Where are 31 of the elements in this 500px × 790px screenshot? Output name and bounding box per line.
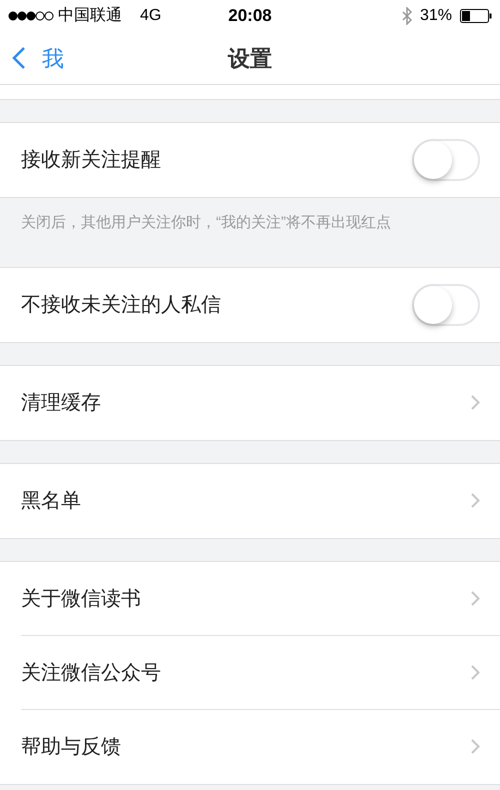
- settings-row[interactable]: 关注微信公众号: [0, 636, 500, 710]
- page-title: 设置: [228, 44, 272, 72]
- signal-icon: [8, 11, 54, 21]
- chevron-icon: [471, 739, 480, 754]
- row-label: 黑名单: [21, 488, 82, 514]
- row-label: 不接收未关注的人私信: [21, 292, 222, 318]
- battery-percent: 31%: [420, 6, 452, 26]
- chevron-icon: [471, 395, 480, 410]
- battery-icon: [460, 9, 492, 23]
- row-label: 帮助与反馈: [21, 734, 122, 760]
- note-text: 关闭后，其他用户关注你时，“我的关注”将不再出现红点: [20, 213, 392, 233]
- row-label: 关注微信公众号: [21, 660, 162, 686]
- back-chevron-icon: [12, 46, 26, 70]
- settings-row[interactable]: 关于微信读书: [0, 562, 500, 636]
- carrier-name: 中国联通: [58, 6, 122, 26]
- row-label: 接收新关注提醒: [21, 148, 162, 173]
- clock: 20:08: [228, 5, 272, 28]
- toggle-switch[interactable]: [412, 139, 480, 181]
- chevron-icon: [471, 493, 480, 508]
- chevron-icon: [471, 665, 480, 680]
- chevron-icon: [471, 591, 480, 606]
- row-label: 清理缓存: [21, 390, 102, 416]
- settings-row[interactable]: 接收新关注提醒: [0, 123, 500, 197]
- toggle-switch[interactable]: [412, 284, 480, 326]
- network-type: 4G: [140, 6, 162, 26]
- settings-row[interactable]: 黑名单: [0, 464, 500, 538]
- bluetooth-icon: [402, 7, 412, 25]
- row-label: 关于微信读书: [21, 586, 142, 612]
- settings-row[interactable]: 清理缓存: [0, 366, 500, 440]
- settings-row[interactable]: 帮助与反馈: [0, 710, 500, 784]
- settings-row[interactable]: 不接收未关注的人私信: [0, 268, 500, 342]
